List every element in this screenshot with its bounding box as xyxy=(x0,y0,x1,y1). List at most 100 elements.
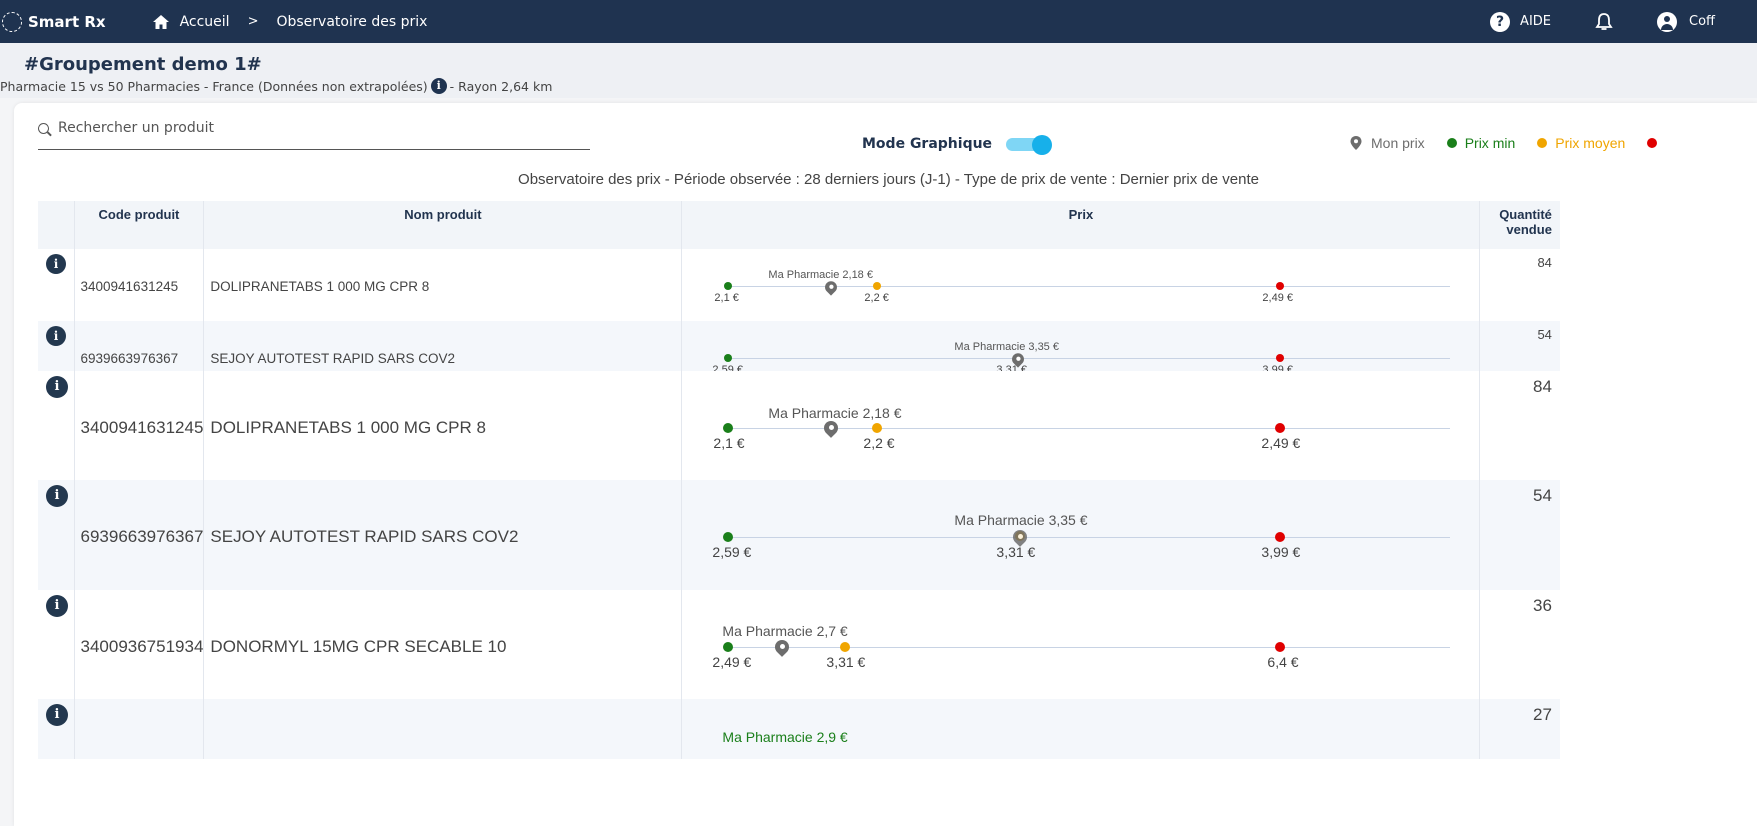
home-icon[interactable] xyxy=(152,14,170,30)
info-icon[interactable]: i xyxy=(46,254,66,274)
table-row[interactable]: i 3400941631245 DOLIPRANETABS 1 000 MG C… xyxy=(38,249,1560,321)
row-code: 3400941631245 xyxy=(74,249,205,321)
my-price-pin-icon xyxy=(775,640,789,657)
avg-price-dot xyxy=(840,642,851,652)
header-price[interactable]: Prix xyxy=(681,201,1481,249)
group-subtitle: Pharmacie 15 vs 50 Pharmacies - France (… xyxy=(0,78,552,94)
my-price-label: Ma Pharmacie 3,35 € xyxy=(954,512,1088,528)
price-observatory-card: Mode Graphique Mon prix Prix min Prix mo… xyxy=(14,103,1757,826)
row-price-chart: Ma Pharmacie 2,18 € 2,1 € 2,2 € 2,49 € xyxy=(681,249,1481,321)
search-input[interactable] xyxy=(58,120,558,136)
min-price-dot xyxy=(723,642,734,652)
brand-logo-icon xyxy=(2,11,22,32)
graphic-mode-label: Mode Graphique xyxy=(862,136,993,152)
price-range: Ma Pharmacie 2,18 € 2,1 € 2,2 € 2,49 € xyxy=(682,371,1480,480)
table-row[interactable]: i 3400941631245 DOLIPRANETABS 1 000 MG C… xyxy=(38,371,1560,480)
breadcrumb-separator: > xyxy=(247,14,259,29)
table-row[interactable]: i 6939663976367 SEJOY AUTOTEST RAPID SAR… xyxy=(38,321,1560,376)
info-icon[interactable]: i xyxy=(430,78,447,94)
breadcrumb-home[interactable]: Accueil xyxy=(180,14,230,30)
table-row[interactable]: i 6939663976367 SEJOY AUTOTEST RAPID SAR… xyxy=(38,480,1560,590)
observation-period: Observatoire des prix - Période observée… xyxy=(14,171,1757,188)
row-code: 3400936751934 xyxy=(74,590,205,699)
table-row[interactable]: i 3400936751934 DONORMYL 15MG CPR SECABL… xyxy=(38,590,1560,699)
group-subtitle-text: Pharmacie 15 vs 50 Pharmacies - France (… xyxy=(0,78,428,94)
legend-max-dot xyxy=(1647,138,1658,148)
legend-min-price-label: Prix min xyxy=(1464,135,1516,151)
header-qty-line2: vendue xyxy=(1506,222,1552,237)
price-legend: Mon prix Prix min Prix moyen xyxy=(1349,135,1679,151)
avg-price-label: 3,31 € xyxy=(826,654,866,670)
row-name: SEJOY AUTOTEST RAPID SARS COV2 xyxy=(203,480,683,590)
my-price-label: Ma Pharmacie 2,18 € xyxy=(768,269,873,281)
my-price-label: Ma Pharmacie 3,35 € xyxy=(954,341,1059,353)
avg-price-dot xyxy=(872,423,883,433)
breadcrumb: Accueil > Observatoire des prix xyxy=(152,13,428,30)
price-range: Ma Pharmacie 2,7 € 2,49 € 3,31 € 6,4 € xyxy=(682,590,1480,699)
brand[interactable]: Smart Rx xyxy=(0,11,106,32)
row-name xyxy=(203,699,683,759)
max-price-dot xyxy=(1276,282,1285,290)
row-info-cell: i xyxy=(38,371,75,480)
max-price-label: 3,99 € xyxy=(1261,544,1301,560)
legend-min-dot xyxy=(1446,138,1457,148)
group-title: #Groupement demo 1# xyxy=(24,54,262,75)
min-price-dot xyxy=(724,282,733,290)
row-price-chart: Ma Pharmacie 2,7 € 2,49 € 3,31 € 6,4 € xyxy=(681,590,1481,699)
row-name: SEJOY AUTOTEST RAPID SARS COV2 xyxy=(203,321,683,371)
avg-price-label: 2,2 € xyxy=(863,435,895,451)
my-price-label: Ma Pharmacie 2,18 € xyxy=(768,405,902,421)
min-price-dot xyxy=(724,354,733,362)
max-price-label: 2,49 € xyxy=(1261,435,1301,451)
row-code xyxy=(74,699,205,759)
my-price-pin-icon xyxy=(824,421,838,438)
info-icon[interactable]: i xyxy=(46,485,68,507)
row-qty: 36 xyxy=(1479,590,1560,699)
info-icon[interactable]: i xyxy=(46,595,68,617)
row-info-cell: i xyxy=(38,480,75,590)
min-price-label: 2,1 € xyxy=(713,435,745,451)
breadcrumb-current: Observatoire des prix xyxy=(276,13,428,30)
row-code: 6939663976367 xyxy=(74,480,205,590)
min-price-dot xyxy=(723,532,734,542)
row-price-chart: Ma Pharmacie 2,9 € xyxy=(681,699,1481,759)
row-price-chart: Ma Pharmacie 3,35 € 2,59 € 3,31 € 3,99 € xyxy=(681,480,1481,590)
header-code[interactable]: Code produit xyxy=(74,201,205,249)
header-name[interactable]: Nom produit xyxy=(203,201,683,249)
brand-name: Smart Rx xyxy=(28,12,106,31)
info-icon[interactable]: i xyxy=(46,326,66,346)
info-icon[interactable]: i xyxy=(46,704,68,726)
price-range: Ma Pharmacie 3,35 € 2,59 € 3,31 € 3,99 € xyxy=(682,321,1480,376)
avg-price-dot xyxy=(873,282,882,290)
search-bar xyxy=(38,120,590,150)
min-price-label: 2,49 € xyxy=(712,654,752,670)
toggle-knob xyxy=(1032,135,1053,155)
row-info-cell: i xyxy=(38,699,75,759)
avg-price-label: 2,2 € xyxy=(864,292,889,304)
table-row[interactable]: i Ma Pharmacie 2,9 € 27 xyxy=(38,699,1560,759)
price-range: Ma Pharmacie 3,35 € 2,59 € 3,31 € 3,99 € xyxy=(682,480,1480,590)
user-menu[interactable]: Coff xyxy=(1657,11,1757,32)
max-price-label: 6,4 € xyxy=(1267,654,1299,670)
search-icon xyxy=(38,123,52,137)
row-price-chart: Ma Pharmacie 3,35 € 2,59 € 3,31 € 3,99 € xyxy=(681,321,1481,376)
row-code: 3400941631245 xyxy=(74,371,205,480)
row-qty: 84 xyxy=(1479,249,1560,321)
info-icon[interactable]: i xyxy=(46,376,68,398)
row-info-cell: i xyxy=(38,590,75,699)
avg-price-label: 3,31 € xyxy=(996,544,1036,560)
max-price-dot xyxy=(1275,642,1286,652)
my-price-pin-icon xyxy=(825,281,837,295)
table-header-row: Code produit Nom produit Prix Quantité v… xyxy=(38,201,1560,249)
graphic-mode-toggle[interactable] xyxy=(1006,135,1053,155)
min-price-label: 2,1 € xyxy=(714,292,739,304)
bell-icon[interactable] xyxy=(1595,12,1613,32)
header-qty[interactable]: Quantité vendue xyxy=(1479,201,1560,249)
top-navigation-bar: Smart Rx Accueil > Observatoire des prix… xyxy=(0,0,1757,43)
legend-min-price: Prix min xyxy=(1446,135,1516,151)
help-button[interactable]: ? AIDE xyxy=(1490,11,1551,32)
location-pin-icon xyxy=(1350,136,1362,150)
legend-avg-price-label: Prix moyen xyxy=(1555,135,1626,151)
my-price-label: Ma Pharmacie 2,9 € xyxy=(722,729,848,745)
max-price-dot xyxy=(1275,423,1286,433)
